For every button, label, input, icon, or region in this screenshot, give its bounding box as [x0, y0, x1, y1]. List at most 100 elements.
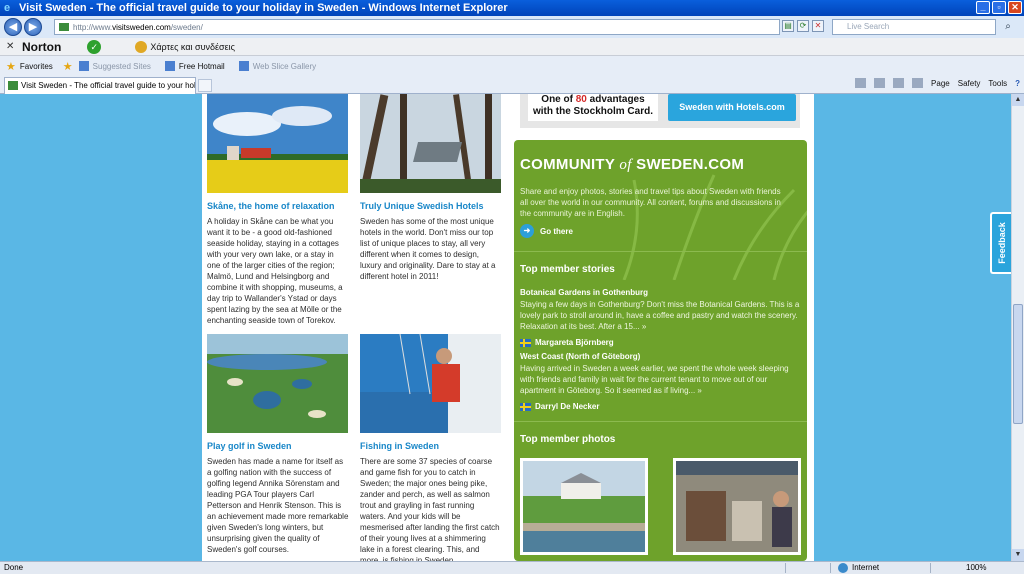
- compatibility-view-icon[interactable]: ▤: [782, 20, 794, 32]
- swedish-flag-icon: [520, 338, 531, 347]
- address-bar[interactable]: http://www. visitsweden.com/sweden/: [54, 19, 780, 35]
- help-icon[interactable]: ?: [1015, 79, 1020, 88]
- status-text: Done: [4, 563, 24, 572]
- mail-icon[interactable]: [893, 78, 905, 88]
- story-item: Botanical Gardens in Gothenburg Staying …: [520, 288, 800, 347]
- search-icon[interactable]: ⌕: [1000, 19, 1016, 35]
- story-title[interactable]: West Coast (North of Göteborg): [520, 352, 800, 361]
- article-image-skane[interactable]: [207, 94, 348, 193]
- url-domain: visitsweden.com: [112, 22, 171, 32]
- community-title-of: of: [619, 157, 632, 173]
- safe-check-icon[interactable]: ✓: [87, 39, 102, 54]
- story-body: Having arrived in Sweden a week earlier,…: [520, 364, 789, 395]
- tools-menu[interactable]: Tools: [988, 79, 1007, 88]
- swedish-flag-icon: [520, 402, 531, 411]
- zone-label: Internet: [852, 563, 880, 572]
- story-author[interactable]: Margareta Björnberg: [520, 338, 800, 347]
- safety-menu[interactable]: Safety: [958, 79, 981, 88]
- tab-row: Visit Sweden - The official travel guide…: [0, 76, 1024, 94]
- go-there-label: Go there: [540, 226, 573, 236]
- page-content: Skåne, the home of relaxation A holiday …: [202, 94, 814, 561]
- scroll-down-icon[interactable]: ▼: [1012, 549, 1024, 561]
- stop-icon[interactable]: ✕: [812, 20, 824, 32]
- title-bar: e Visit Sweden - The official travel gui…: [0, 0, 1024, 16]
- maps-icon: [135, 40, 148, 53]
- divider: [514, 251, 807, 252]
- photos-heading: Top member photos: [520, 434, 616, 445]
- ad-text-post: advantages: [586, 94, 645, 105]
- community-panel: COMMUNITY of SWEDEN.COM Share and enjoy …: [514, 140, 807, 561]
- article-card: Fishing in Sweden There are some 37 spec…: [360, 334, 502, 561]
- search-input[interactable]: Live Search: [832, 19, 996, 35]
- favorites-bar: ★ Favorites ★ Suggested Sites Free Hotma…: [0, 56, 1024, 76]
- article-text: There are some 37 species of coarse and …: [360, 457, 500, 561]
- print-icon[interactable]: [912, 78, 924, 88]
- free-hotmail-link[interactable]: Free Hotmail: [179, 62, 225, 71]
- divider: [930, 563, 931, 573]
- go-there-link[interactable]: ➜ Go there: [520, 224, 573, 238]
- story-author[interactable]: Darryl De Necker: [520, 402, 800, 411]
- security-zone[interactable]: Internet: [838, 562, 879, 574]
- article-image-golf[interactable]: [207, 334, 348, 433]
- minimize-button[interactable]: _: [976, 1, 990, 14]
- url-prefix: http://www.: [73, 22, 113, 32]
- close-button[interactable]: ✕: [1008, 1, 1022, 14]
- scroll-up-icon[interactable]: ▲: [1012, 94, 1024, 106]
- page-menu[interactable]: Page: [931, 79, 950, 88]
- command-bar: Page Safety Tools ?: [855, 78, 1020, 88]
- article-title[interactable]: Play golf in Sweden: [207, 441, 349, 451]
- hotels-com-ad[interactable]: Sweden with Hotels.com: [668, 94, 796, 121]
- refresh-icon[interactable]: ⟳: [797, 20, 809, 32]
- tab-visit-sweden[interactable]: Visit Sweden - The official travel guide…: [4, 77, 196, 94]
- ad-number: 80: [575, 94, 587, 105]
- favorites-star-icon[interactable]: ★: [6, 60, 16, 73]
- close-toolbar-icon[interactable]: ✕: [6, 41, 18, 52]
- suggested-sites-link[interactable]: Suggested Sites: [93, 62, 151, 71]
- zoom-level[interactable]: 100%: [966, 562, 986, 574]
- ad-text-pre: One of: [541, 94, 576, 105]
- status-bar: Done Internet 100%: [0, 561, 1024, 574]
- community-title-pre: COMMUNITY: [520, 156, 615, 173]
- article-text: Sweden has made a name for itself as a g…: [207, 457, 349, 554]
- add-favorite-icon[interactable]: ★: [63, 60, 73, 73]
- vertical-scrollbar[interactable]: ▲ ▼: [1011, 94, 1024, 561]
- divider: [514, 421, 807, 422]
- web-slice-gallery-link[interactable]: Web Slice Gallery: [253, 62, 316, 71]
- globe-icon: [838, 563, 848, 573]
- ie-logo-icon: e: [4, 2, 11, 14]
- back-button[interactable]: ◀: [4, 18, 22, 36]
- new-tab-button[interactable]: [198, 79, 212, 92]
- window-title: Visit Sweden - The official travel guide…: [19, 2, 508, 14]
- norton-brand[interactable]: Norton: [22, 40, 61, 54]
- author-name: Margareta Björnberg: [535, 338, 614, 347]
- maps-button[interactable]: Χάρτες και συνδέσεις: [135, 40, 235, 53]
- stockholm-card-ad[interactable]: One of 80 advantages with the Stockholm …: [528, 94, 658, 121]
- divider: [785, 563, 786, 573]
- member-photo[interactable]: [673, 458, 801, 555]
- scrollbar-thumb[interactable]: [1013, 304, 1023, 424]
- address-toolbar: ◀ ▶ http://www. visitsweden.com/sweden/ ▤…: [0, 16, 1024, 38]
- forward-button[interactable]: ▶: [24, 18, 42, 36]
- community-description: Share and enjoy photos, stories and trav…: [520, 187, 781, 218]
- article-image-hotels[interactable]: [360, 94, 501, 193]
- community-title[interactable]: COMMUNITY of SWEDEN.COM: [520, 156, 744, 174]
- favorites-button[interactable]: Favorites: [20, 62, 53, 71]
- member-photo[interactable]: [520, 458, 648, 555]
- home-icon[interactable]: [855, 78, 867, 88]
- article-title[interactable]: Truly Unique Swedish Hotels: [360, 201, 502, 211]
- feedback-tab[interactable]: Feedback: [990, 212, 1012, 274]
- story-title[interactable]: Botanical Gardens in Gothenburg: [520, 288, 800, 297]
- restore-button[interactable]: ▫: [992, 1, 1006, 14]
- article-title[interactable]: Fishing in Sweden: [360, 441, 502, 451]
- norton-toolbar: ✕ Norton ✓ Χάρτες και συνδέσεις: [0, 38, 1024, 56]
- page-viewport: Skåne, the home of relaxation A holiday …: [0, 94, 1011, 561]
- article-text: A holiday in Skåne can be what you want …: [207, 217, 343, 325]
- ad-line-2: with the Stockholm Card.: [532, 106, 653, 117]
- article-title[interactable]: Skåne, the home of relaxation: [207, 201, 349, 211]
- feeds-icon[interactable]: [874, 78, 886, 88]
- article-image-fishing[interactable]: [360, 334, 501, 433]
- divider: [830, 563, 831, 573]
- stories-heading: Top member stories: [520, 264, 615, 275]
- article-card: Play golf in Sweden Sweden has made a na…: [207, 334, 349, 555]
- browser-window: e Visit Sweden - The official travel gui…: [0, 0, 1024, 574]
